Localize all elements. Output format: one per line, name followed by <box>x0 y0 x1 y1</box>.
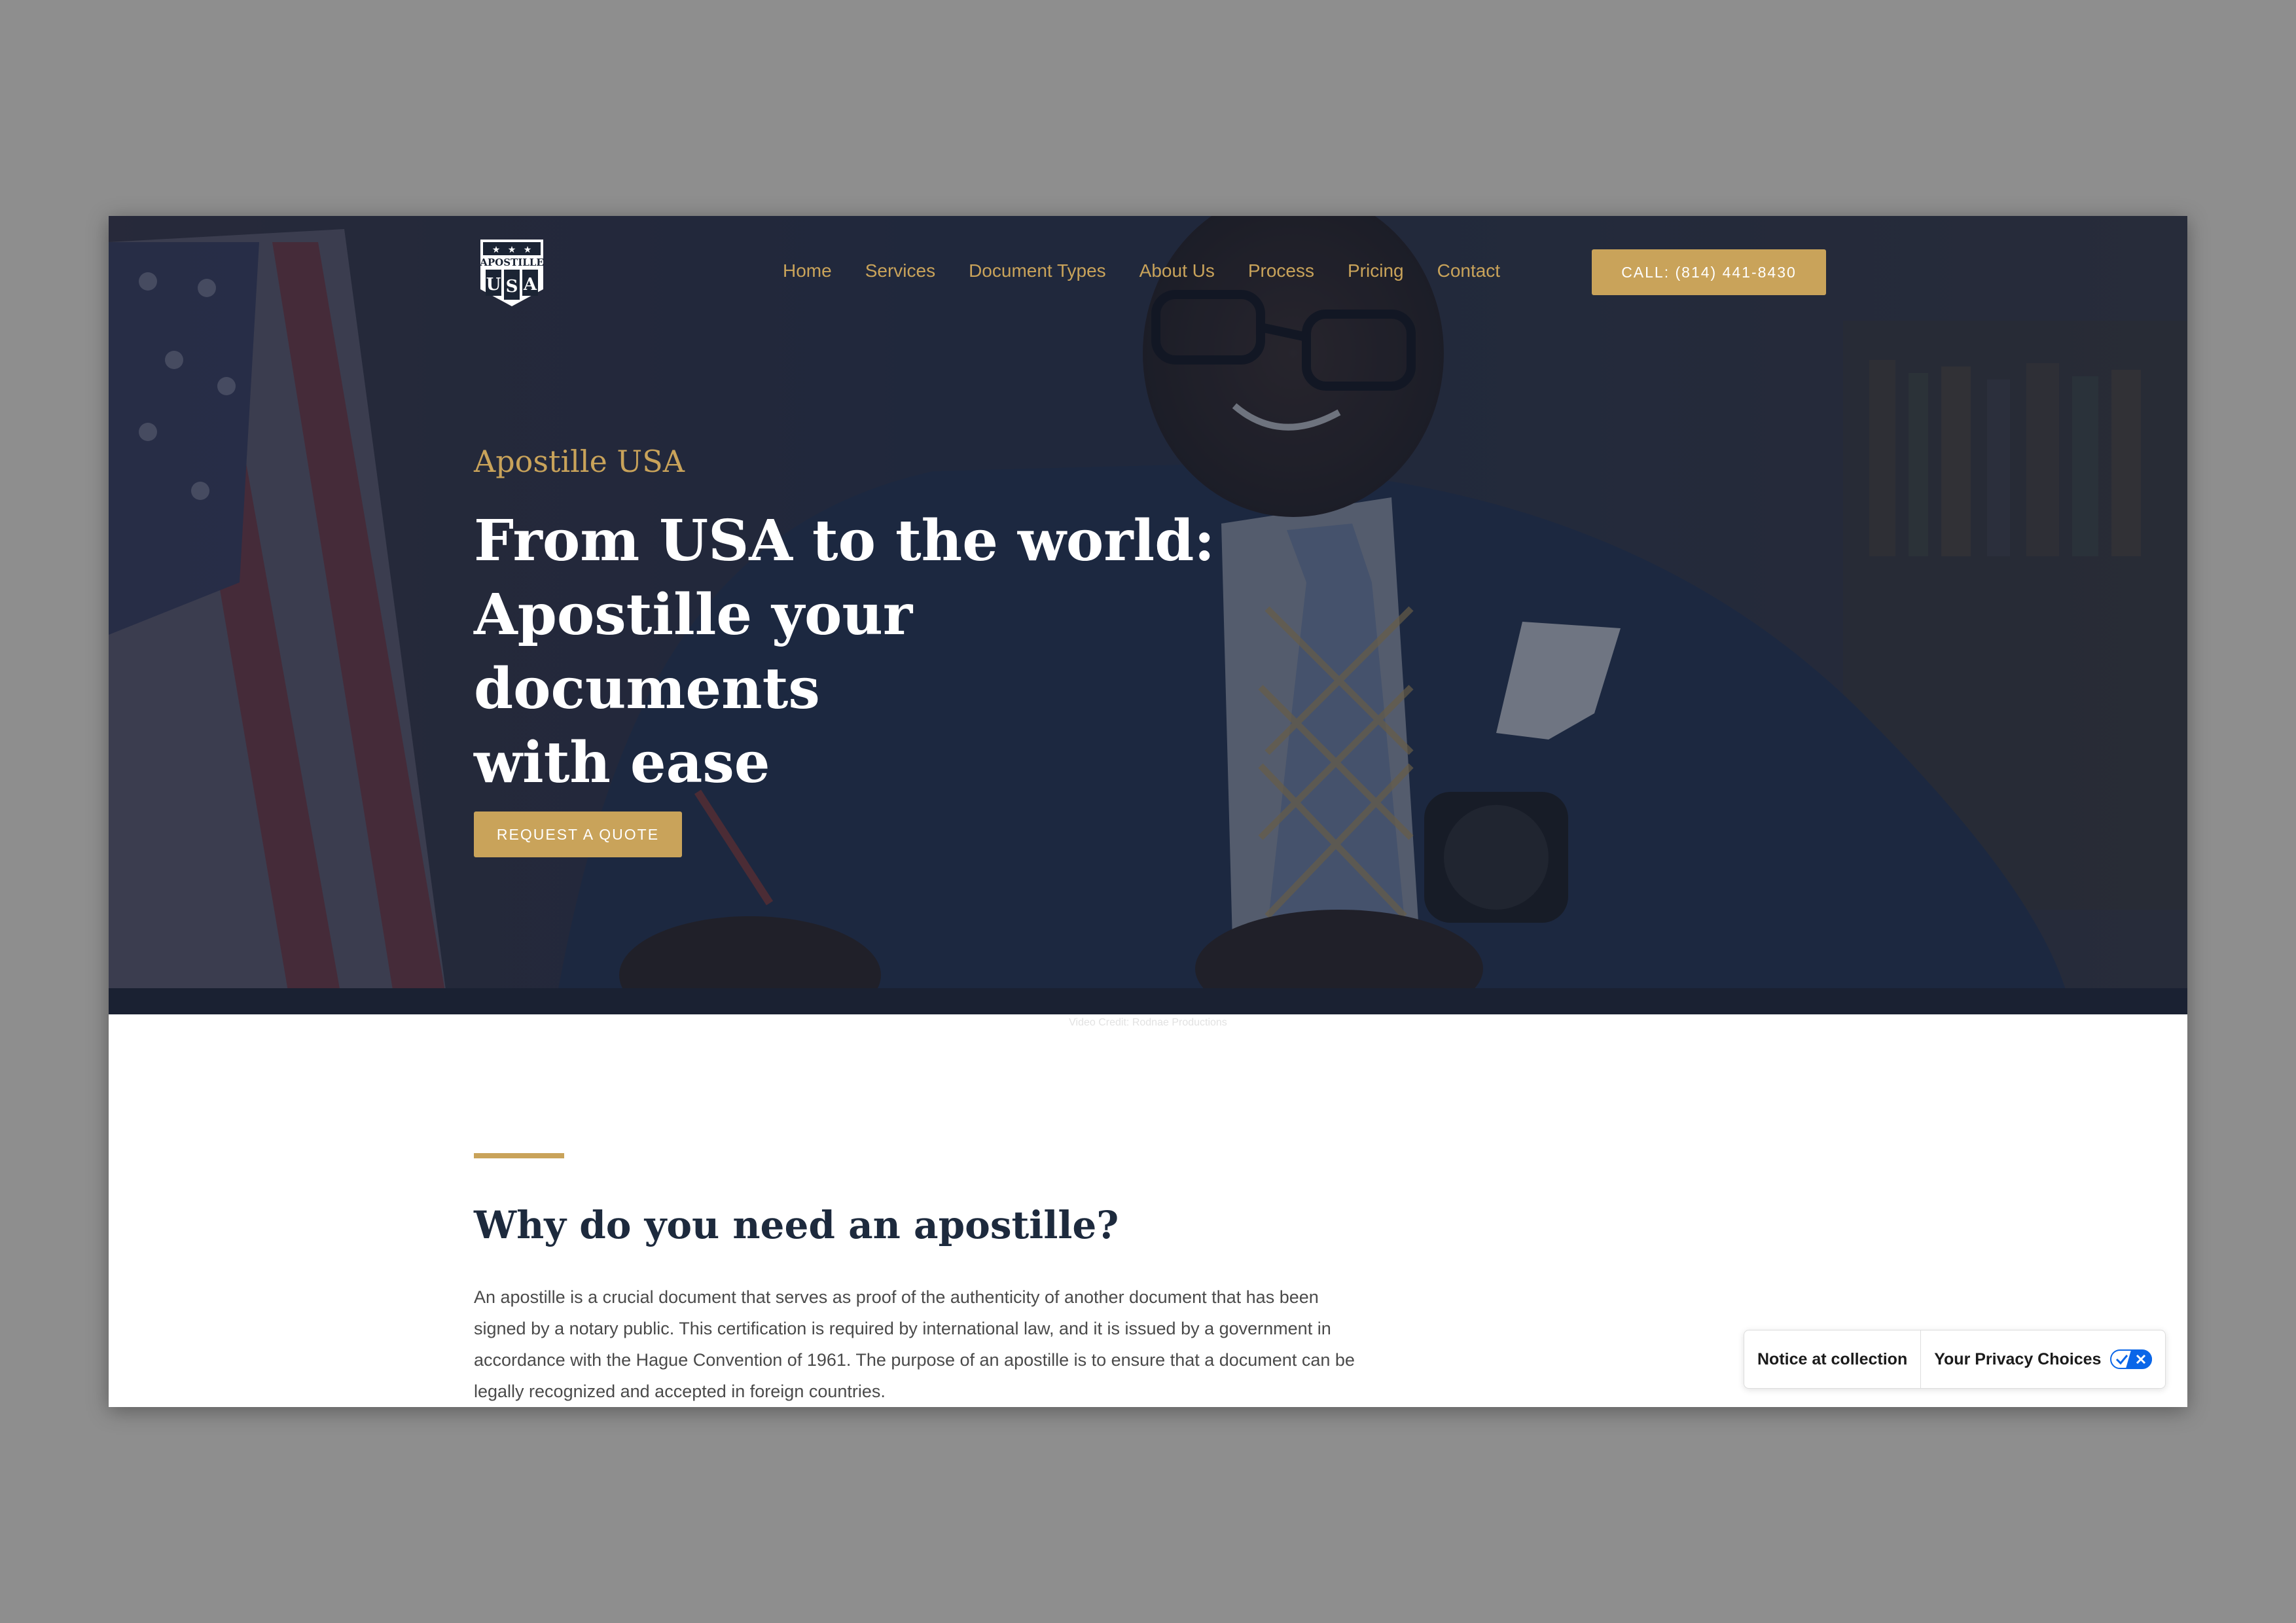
apostille-usa-logo[interactable]: ★ ★ ★ APOSTILLE U S A <box>476 236 547 309</box>
nav-pricing[interactable]: Pricing <box>1348 260 1404 281</box>
nav-home[interactable]: Home <box>783 260 832 281</box>
browser-page: ★ ★ ★ APOSTILLE U S A Home Services Docume… <box>109 216 2187 1407</box>
privacy-widget: Notice at collection Your Privacy Choice… <box>1744 1330 2166 1389</box>
body-line: signed by a notary public. This certific… <box>474 1319 1331 1338</box>
nav-process[interactable]: Process <box>1248 260 1314 281</box>
svg-text:★: ★ <box>492 244 501 255</box>
video-credit: Video Credit: Rodnae Productions <box>1069 1017 1227 1028</box>
svg-text:U: U <box>486 275 501 294</box>
nav-document-types[interactable]: Document Types <box>969 260 1106 281</box>
hero-title-line: with ease <box>474 730 770 796</box>
body-line: An apostille is a crucial document that … <box>474 1287 1319 1307</box>
hero-title-line: From USA to the world: <box>474 508 1215 574</box>
privacy-choices-button[interactable]: Your Privacy Choices <box>1921 1330 2165 1388</box>
svg-text:★: ★ <box>524 244 532 255</box>
body-line: legally recognized and accepted in forei… <box>474 1382 886 1401</box>
section-accent-bar <box>474 1153 564 1158</box>
hero-section: ★ ★ ★ APOSTILLE U S A Home Services Docume… <box>109 216 2187 1014</box>
hero-title: From USA to the world: Apostille your do… <box>474 504 1259 800</box>
hero-eyebrow: Apostille USA <box>474 444 685 479</box>
section-title: Why do you need an apostille? <box>474 1203 1119 1247</box>
notice-at-collection-button[interactable]: Notice at collection <box>1744 1330 1920 1388</box>
nav-about-us[interactable]: About Us <box>1139 260 1215 281</box>
svg-text:S: S <box>506 277 518 296</box>
request-quote-button[interactable]: REQUEST A QUOTE <box>474 812 682 857</box>
call-phone-button[interactable]: CALL: (814) 441-8430 <box>1592 249 1826 295</box>
svg-text:A: A <box>523 275 537 294</box>
svg-text:★: ★ <box>508 244 516 255</box>
body-line: accordance with the Hague Convention of … <box>474 1350 1355 1370</box>
nav-services[interactable]: Services <box>865 260 935 281</box>
privacy-choices-label: Your Privacy Choices <box>1934 1349 2102 1368</box>
svg-text:APOSTILLE: APOSTILLE <box>479 257 544 268</box>
privacy-toggle-icon <box>2110 1349 2153 1369</box>
section-body: An apostille is a crucial document that … <box>474 1281 1436 1407</box>
nav-contact[interactable]: Contact <box>1437 260 1501 281</box>
notice-at-collection-label: Notice at collection <box>1757 1349 1908 1368</box>
main-nav: Home Services Document Types About Us Pr… <box>783 260 1500 281</box>
hero-title-line: Apostille your documents <box>474 582 913 722</box>
